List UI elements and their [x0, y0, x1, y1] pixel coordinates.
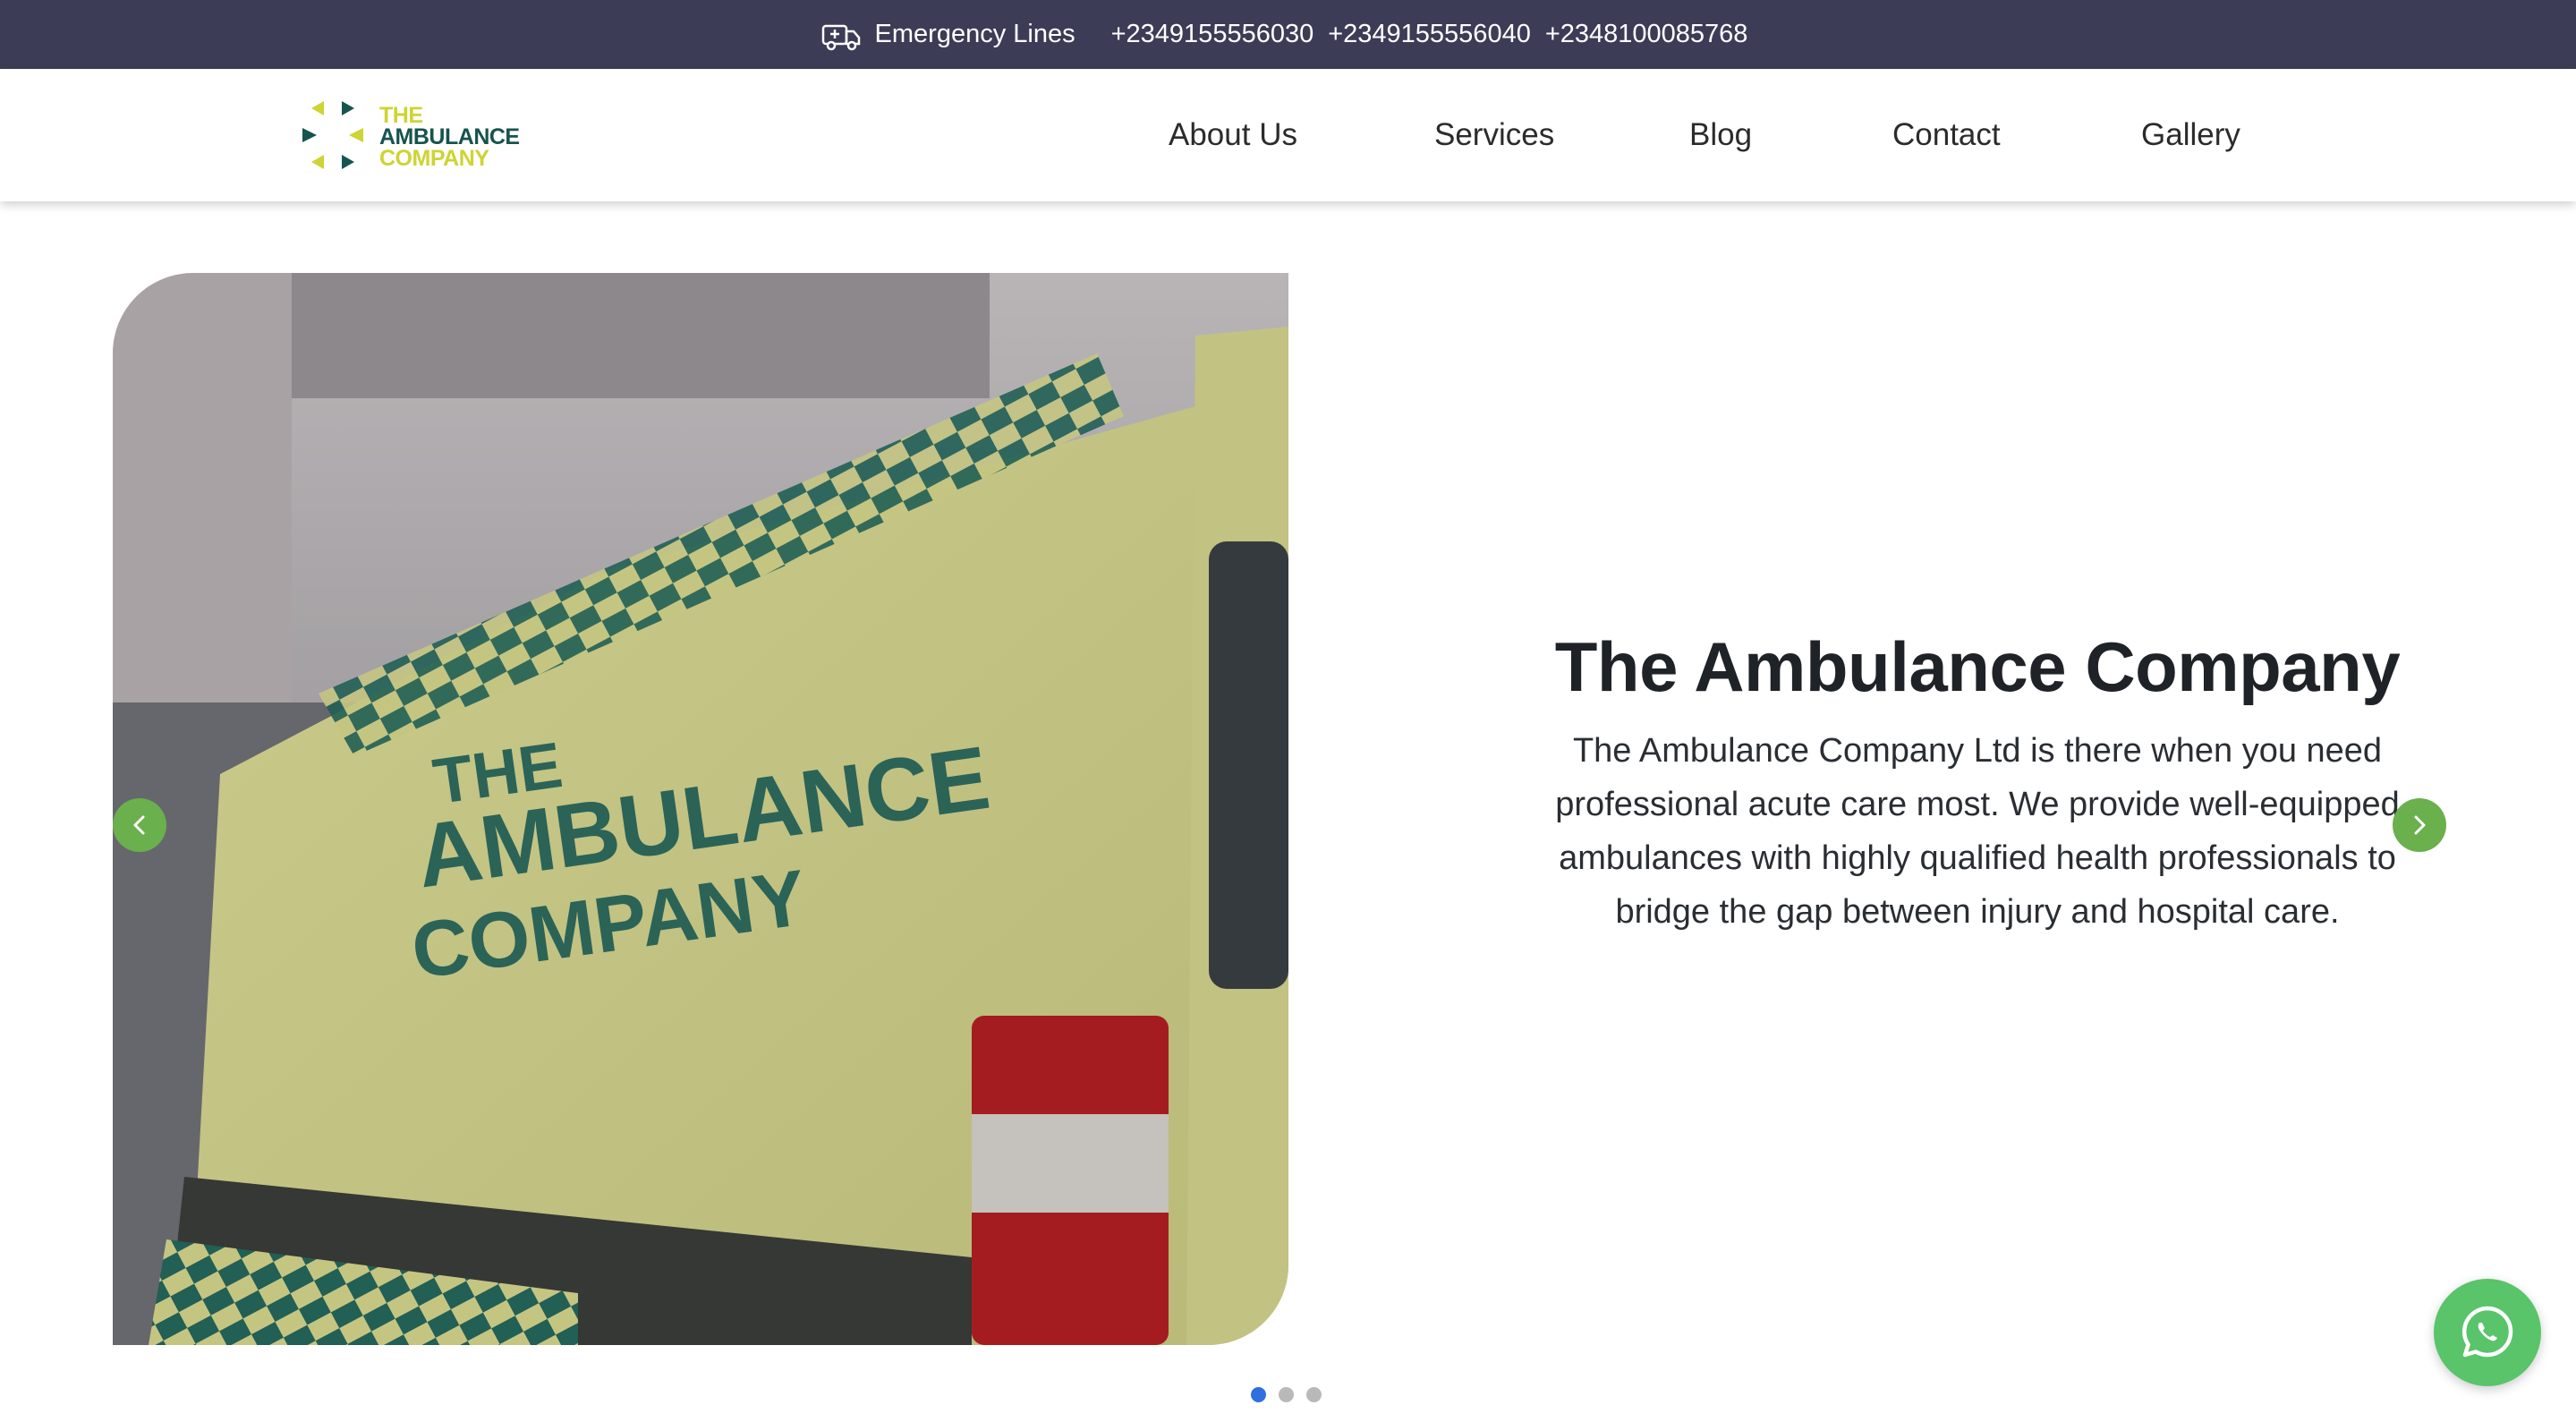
- nav-gallery[interactable]: Gallery: [2141, 117, 2240, 153]
- whatsapp-button[interactable]: [2434, 1279, 2541, 1386]
- nav-services[interactable]: Services: [1434, 117, 1554, 153]
- whatsapp-icon: [2461, 1306, 2513, 1358]
- nav-contact[interactable]: Contact: [1892, 117, 2001, 153]
- carousel-prev-button[interactable]: [113, 798, 166, 852]
- carousel-dot-3[interactable]: [1306, 1387, 1322, 1402]
- phone-link-2[interactable]: +2349155556040: [1328, 20, 1531, 49]
- emergency-label: Emergency Lines: [874, 20, 1075, 48]
- nav-about-us[interactable]: About Us: [1169, 117, 1297, 153]
- nav-blog[interactable]: Blog: [1689, 117, 1752, 153]
- carousel-next-button[interactable]: [2393, 798, 2446, 852]
- carousel-dot-2[interactable]: [1279, 1387, 1294, 1402]
- phone-link-1[interactable]: +2349155556030: [1111, 20, 1314, 49]
- hero-title: The Ambulance Company: [1554, 627, 2401, 706]
- site-header: THE AMBULANCE COMPANY About Us Services …: [0, 69, 2576, 201]
- phone-link-3[interactable]: +2348100085768: [1545, 20, 1748, 49]
- chevron-right-icon: [2414, 815, 2426, 835]
- ambulance-icon: [821, 24, 860, 50]
- emergency-bar: Emergency Lines +2349155556030 +23491555…: [0, 0, 2576, 69]
- hero-text-block: The Ambulance Company The Ambulance Comp…: [1521, 626, 2434, 939]
- carousel-indicators: [1251, 1387, 1322, 1402]
- carousel-dot-1[interactable]: [1251, 1387, 1266, 1402]
- main-nav: About Us Services Blog Contact Gallery: [0, 69, 2576, 201]
- hero-description: The Ambulance Company Ltd is there when …: [1555, 732, 2400, 931]
- hero-ambulance-image: THE AMBULANCE COMPANY: [113, 273, 1288, 1345]
- chevron-left-icon: [133, 815, 145, 835]
